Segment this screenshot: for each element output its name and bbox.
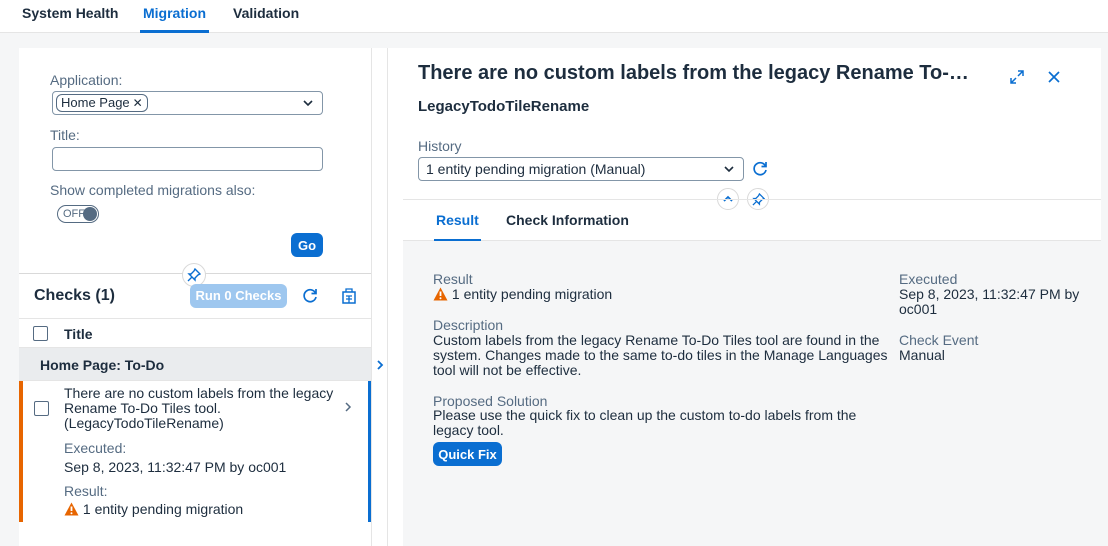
row-result-text: 1 entity pending migration — [82, 501, 244, 517]
row-result-value: 1 entity pending migration — [64, 502, 243, 517]
export-icon — [342, 288, 356, 304]
detail-subtitle: LegacyTodoTileRename — [418, 98, 590, 115]
switch-state-text: OFF — [63, 208, 85, 220]
chevron-right-icon[interactable] — [344, 401, 352, 413]
export-button[interactable] — [338, 285, 360, 307]
executed-line1: Sep 8, 2023, 11:32:47 PM by — [899, 286, 1080, 302]
tab-result[interactable]: Result — [434, 212, 481, 242]
run-checks-button[interactable]: Run 0 Checks — [190, 284, 287, 308]
tab-validation[interactable]: Validation — [233, 4, 299, 33]
checks-toolbar: Checks (1) Run 0 Checks — [19, 275, 371, 317]
select-all-checkbox[interactable] — [33, 326, 48, 341]
row-checkbox[interactable] — [34, 401, 49, 416]
application-token[interactable]: Home Page ✕ — [56, 94, 148, 112]
refresh-icon — [303, 288, 317, 303]
left-panel: Application: Home Page ✕ Title: Show comp… — [19, 48, 371, 546]
detail-tab-bar: Result Check Information — [403, 199, 1101, 242]
title-label: Title: — [50, 127, 80, 143]
title-input[interactable] — [52, 147, 323, 171]
row-executed-value: Sep 8, 2023, 11:32:47 PM by oc001 — [64, 459, 287, 475]
description-line3: tool will not be effective. — [433, 362, 582, 378]
close-icon — [1048, 71, 1060, 83]
show-completed-label: Show completed migrations also: — [50, 182, 256, 198]
row-title-line1: There are no custom labels from the lega… — [64, 385, 334, 401]
table-row[interactable]: There are no custom labels from the lega… — [19, 381, 371, 522]
executed-line2: oc001 — [899, 301, 938, 317]
row-executed-label: Executed: — [64, 440, 127, 456]
switch-knob — [83, 207, 97, 221]
checks-title: Checks (1) — [34, 287, 115, 304]
warning-icon — [433, 287, 448, 301]
check-event-label: Check Event — [899, 332, 979, 348]
history-label: History — [418, 138, 462, 154]
history-select[interactable]: 1 entity pending migration (Manual) — [418, 157, 744, 181]
history-value: 1 entity pending migration (Manual) — [426, 161, 646, 177]
chevron-right-icon[interactable] — [375, 359, 385, 371]
show-completed-switch[interactable]: OFF — [57, 205, 99, 223]
row-title-line3: (LegacyTodoTileRename) — [64, 415, 224, 431]
chevron-down-icon — [724, 166, 734, 173]
tab-migration[interactable]: Migration — [140, 4, 209, 33]
filter-bar: Application: Home Page ✕ Title: Show comp… — [19, 48, 371, 274]
checks-table-header: Title — [19, 318, 371, 348]
detail-title: There are no custom labels from the lega… — [418, 62, 978, 84]
description-label: Description — [433, 317, 504, 333]
token-remove-icon[interactable]: ✕ — [133, 96, 143, 110]
result-section: Result 1 entity pending migration Descri… — [403, 241, 1101, 546]
tab-check-information[interactable]: Check Information — [506, 212, 629, 242]
application-token-text: Home Page — [61, 95, 130, 110]
quick-fix-button[interactable]: Quick Fix — [433, 442, 502, 466]
description-line1: Custom labels from the legacy Rename To-… — [433, 332, 880, 348]
tab-system-health[interactable]: System Health — [22, 4, 118, 33]
column-title: Title — [64, 326, 93, 342]
result-label: Result — [433, 271, 473, 287]
refresh-icon — [753, 161, 767, 176]
go-button[interactable]: Go — [291, 233, 323, 257]
layout-splitter[interactable] — [371, 48, 388, 546]
application-multi-combobox[interactable]: Home Page ✕ — [52, 91, 323, 115]
result-value-text: 1 entity pending migration — [451, 286, 613, 302]
description-line2: system. Changes made to the same to-do t… — [433, 347, 888, 363]
solution-line1: Please use the quick fix to clean up the… — [433, 407, 857, 423]
executed-label: Executed — [899, 271, 958, 287]
fullscreen-button[interactable] — [1006, 66, 1028, 88]
detail-panel: There are no custom labels from the lega… — [388, 48, 1101, 546]
refresh-checks-button[interactable] — [299, 285, 321, 307]
solution-line2: legacy tool. — [433, 422, 504, 438]
row-result-label: Result: — [64, 483, 108, 499]
group-label: Home Page: To-Do — [40, 357, 165, 373]
result-value: 1 entity pending migration — [433, 287, 612, 302]
chevron-down-icon[interactable] — [302, 97, 314, 109]
top-tab-bar: System Health Migration Validation — [0, 0, 1108, 33]
expand-icon — [1010, 70, 1024, 84]
warning-icon — [64, 502, 79, 516]
check-event-value: Manual — [899, 347, 945, 363]
group-header-row: Home Page: To-Do — [19, 348, 371, 381]
row-title-line2: Rename To-Do Tiles tool. — [64, 400, 221, 416]
refresh-history-button[interactable] — [749, 158, 771, 180]
close-button[interactable] — [1043, 66, 1065, 88]
application-label: Application: — [50, 72, 123, 88]
